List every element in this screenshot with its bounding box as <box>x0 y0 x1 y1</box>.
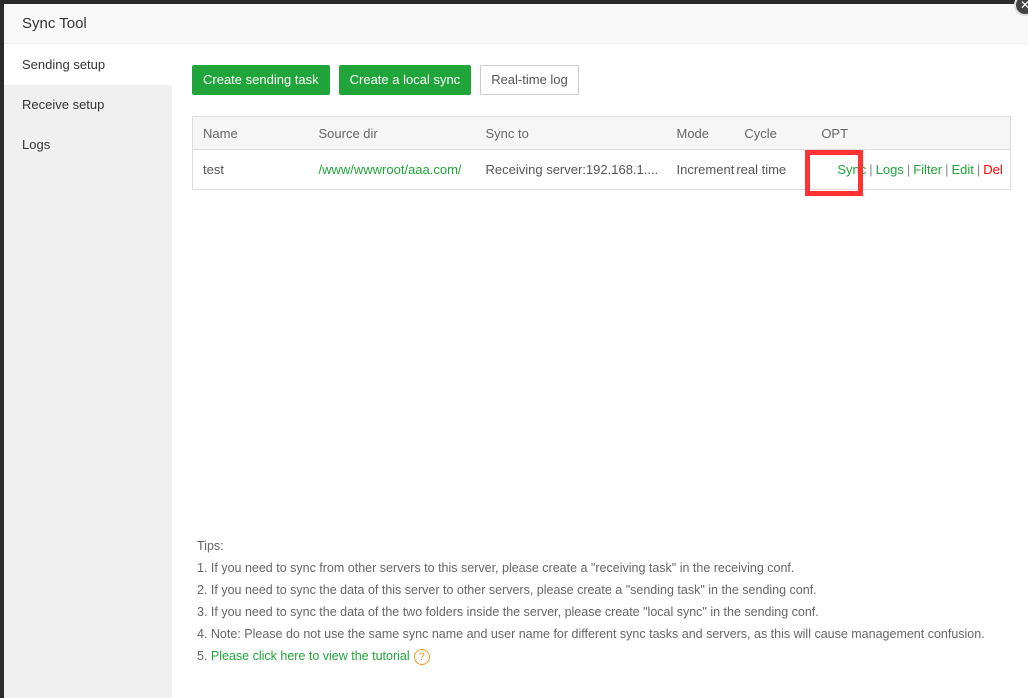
col-source-dir: Source dir <box>308 116 476 150</box>
cell-name: test <box>203 162 224 177</box>
create-sending-task-button[interactable]: Create sending task <box>192 65 330 95</box>
cell-source-dir[interactable]: /www/wwwroot/aaa.com/ <box>309 150 476 190</box>
separator: | <box>945 162 949 177</box>
tips-title: Tips: <box>197 539 224 553</box>
separator: | <box>869 162 873 177</box>
col-name: Name <box>192 116 309 150</box>
window-title: Sync Tool <box>4 4 1028 44</box>
help-icon[interactable]: ? <box>413 649 430 665</box>
logs-link[interactable]: Logs <box>876 162 904 177</box>
edit-link[interactable]: Edit <box>951 162 973 177</box>
task-table: Name Source dir Sync to Mode Cycle OPT t… <box>192 116 1011 190</box>
sidebar: Sending setup Receive setup Logs <box>4 45 172 698</box>
tip-line: 2. If you need to sync the data of this … <box>197 583 817 597</box>
col-mode: Mode <box>666 116 735 150</box>
tip-line: 5. Please click here to view the tutoria… <box>197 645 985 667</box>
cell-mode: Increment <box>676 162 735 177</box>
tip-line: 4. Note: Please do not use the same sync… <box>197 627 985 641</box>
tutorial-link[interactable]: Please click here to view the tutorial <box>211 649 410 663</box>
col-cycle: Cycle <box>734 116 812 150</box>
separator: | <box>906 162 911 177</box>
tips-section: Tips: 1. If you need to sync from other … <box>197 535 985 667</box>
tip-line: 3. If you need to sync the data of the t… <box>197 605 819 619</box>
real-time-log-button[interactable]: Real-time log <box>480 65 579 95</box>
separator: | <box>976 162 981 177</box>
sync-link[interactable]: Sync <box>837 162 866 177</box>
col-sync-to: Sync to <box>475 116 667 150</box>
col-opt: OPT <box>811 116 1011 150</box>
main-content: Create sending task Create a local sync … <box>192 45 1012 698</box>
cell-cycle: real time <box>736 162 787 177</box>
create-local-sync-button[interactable]: Create a local sync <box>338 65 472 95</box>
sync-tool-window: Sync Tool ✕ Sending setup Receive setup … <box>4 0 1028 698</box>
cell-opt: Sync | Logs | Filter | Edit | Del <box>811 150 1010 190</box>
table-row: test /www/wwwroot/aaa.com/ Receiving ser… <box>193 150 1011 190</box>
sidebar-item-sending-setup[interactable]: Sending setup <box>4 45 172 85</box>
cell-sync-to: Receiving server:192.168.1.... <box>485 162 659 177</box>
tip-line: 1. If you need to sync from other server… <box>197 561 795 575</box>
sidebar-item-logs[interactable]: Logs <box>4 125 172 165</box>
delete-link[interactable]: Del <box>983 162 1003 177</box>
tip-prefix: 5. <box>197 649 211 663</box>
filter-link[interactable]: Filter <box>913 162 942 177</box>
sidebar-item-receive-setup[interactable]: Receive setup <box>4 85 172 125</box>
